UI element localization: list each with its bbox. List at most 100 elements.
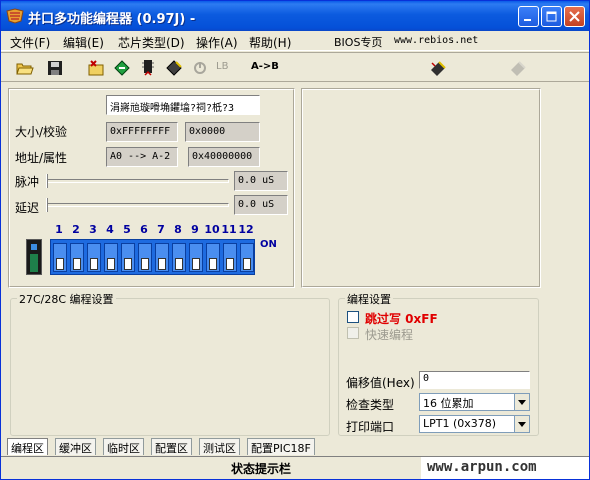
website-url[interactable]: www.rebios.net (394, 35, 478, 46)
auto-button[interactable] (189, 57, 211, 79)
dip-switch-8[interactable] (172, 243, 186, 272)
tab-test[interactable]: 测试区 (199, 438, 240, 455)
fast-program-checkbox[interactable] (347, 327, 359, 339)
a-to-b-label[interactable]: A->B (251, 61, 279, 72)
dropdown-arrow-icon[interactable] (514, 394, 529, 410)
tab-buffer[interactable]: 缓冲区 (55, 438, 96, 455)
dip-number: 6 (140, 223, 148, 236)
tab-config-pic18f[interactable]: 配置PIC18F (247, 438, 315, 455)
maximize-button[interactable] (541, 6, 562, 27)
dip-number: 5 (123, 223, 131, 236)
menu-chip-type[interactable]: 芯片类型(D) (118, 34, 185, 51)
dip-number: 4 (106, 223, 114, 236)
dip-on-label: ON (260, 239, 277, 250)
dip-number: 8 (174, 223, 182, 236)
dropdown-arrow-icon[interactable] (514, 416, 529, 432)
delay-label: 延迟 (15, 201, 40, 215)
toolbar: LB A->B (1, 52, 589, 82)
open-button[interactable] (14, 57, 36, 79)
pulse-slider[interactable] (46, 179, 229, 183)
dip-switch-6[interactable] (138, 243, 152, 272)
auto-program-disabled-icon (194, 62, 206, 74)
pulse-value-field: 0.0 uS (234, 171, 288, 191)
group-27c-28c: 27C/28C 编程设置 (10, 291, 330, 436)
tab-config[interactable]: 配置区 (151, 438, 192, 455)
address-attr-label: 地址/属性 (15, 151, 68, 165)
dip-switch-5[interactable] (121, 243, 135, 272)
read-chip-icon (114, 60, 130, 76)
check-type-label: 检查类型 (346, 398, 395, 412)
tab-program-area[interactable]: 编程区 (7, 438, 48, 455)
dip-number: 2 (72, 223, 80, 236)
fast-program-label[interactable]: 快速编程 (365, 326, 413, 343)
read-button[interactable] (111, 57, 133, 79)
maximize-icon (546, 11, 557, 22)
status-text: 状态提示栏 (231, 462, 292, 476)
chip-info-button[interactable] (507, 57, 529, 79)
port-label: 打印端口 (346, 420, 395, 434)
dip-number: 10 (204, 223, 220, 236)
dip-switch-1[interactable] (53, 243, 67, 272)
title-bar[interactable]: 并口多功能编程器 (0.97J) - (1, 1, 589, 31)
bios-page-label[interactable]: BIOS专页 (334, 34, 382, 50)
dip-switch-10[interactable] (206, 243, 220, 272)
chip-image-panel (301, 88, 541, 288)
pulse-label: 脉冲 (15, 175, 40, 189)
offset-input[interactable]: 0 (419, 371, 530, 389)
save-disk-icon (48, 61, 62, 75)
watermark: www.arpun.com (421, 457, 589, 479)
port-select[interactable]: LPT1 (0x378) (419, 415, 530, 433)
chip-detect-icon (431, 61, 446, 76)
power-led-icon (31, 244, 37, 250)
menu-help[interactable]: 帮助(H) (249, 34, 291, 51)
skip-write-checkbox[interactable] (347, 311, 359, 323)
dip-switch-12[interactable] (240, 243, 254, 272)
menu-operation[interactable]: 操作(A) (196, 34, 238, 51)
lb-label[interactable]: LB (216, 61, 228, 72)
dip-number: 11 (221, 223, 237, 236)
erase-chip-icon (88, 60, 104, 76)
delay-slider-thumb[interactable] (46, 198, 48, 212)
chip-name-field[interactable]: 涓嶈兘璇嗗埆鑺墖?祠?柢?3 (106, 95, 260, 115)
dip-switch-block (50, 239, 255, 275)
write-button[interactable] (163, 57, 185, 79)
minimize-button[interactable] (518, 6, 539, 27)
close-button[interactable] (564, 6, 585, 27)
save-button[interactable] (44, 57, 66, 79)
chip-info-disabled-icon (511, 61, 526, 76)
dip-numbers: 1 2 3 4 5 6 7 8 9 10 11 12 (51, 223, 255, 237)
dip-switch-9[interactable] (189, 243, 203, 272)
menu-file[interactable]: 文件(F) (10, 34, 50, 51)
group-27c-28c-title: 27C/28C 编程设置 (17, 291, 116, 307)
dip-switch-4[interactable] (104, 243, 118, 272)
programming-settings-title: 编程设置 (345, 291, 393, 307)
delay-slider[interactable] (46, 203, 229, 207)
dip-switch-3[interactable] (87, 243, 101, 272)
erase-button[interactable] (85, 57, 107, 79)
dip-switch-11[interactable] (223, 243, 237, 272)
close-icon (569, 11, 580, 22)
dip-indicator (26, 239, 42, 275)
skip-write-label[interactable]: 跳过写 0xFF (365, 310, 438, 327)
verify-button[interactable] (137, 57, 159, 79)
menu-edit[interactable]: 编辑(E) (63, 34, 104, 51)
check-type-select[interactable]: 16 位累加 (419, 393, 530, 411)
pulse-slider-thumb[interactable] (46, 174, 48, 188)
dip-number: 7 (157, 223, 165, 236)
dip-number: 3 (89, 223, 97, 236)
dip-number: 12 (238, 223, 254, 236)
dip-number: 1 (55, 223, 63, 236)
window-title: 并口多功能编程器 (0.97J) - (28, 12, 196, 27)
attribute-field: 0x40000000 (188, 147, 260, 167)
tab-temp[interactable]: 临时区 (103, 438, 144, 455)
dip-switch-2[interactable] (70, 243, 84, 272)
open-folder-icon (16, 63, 34, 75)
dip-number: 9 (191, 223, 199, 236)
delay-value-field: 0.0 uS (234, 195, 288, 215)
dip-switch-7[interactable] (155, 243, 169, 272)
check-type-value: 16 位累加 (423, 397, 474, 410)
checksum-field: 0x0000 (185, 122, 260, 142)
address-field: A0 --> A-2 (106, 147, 178, 167)
chip-detect-button[interactable] (427, 57, 449, 79)
minimize-icon (524, 19, 531, 21)
